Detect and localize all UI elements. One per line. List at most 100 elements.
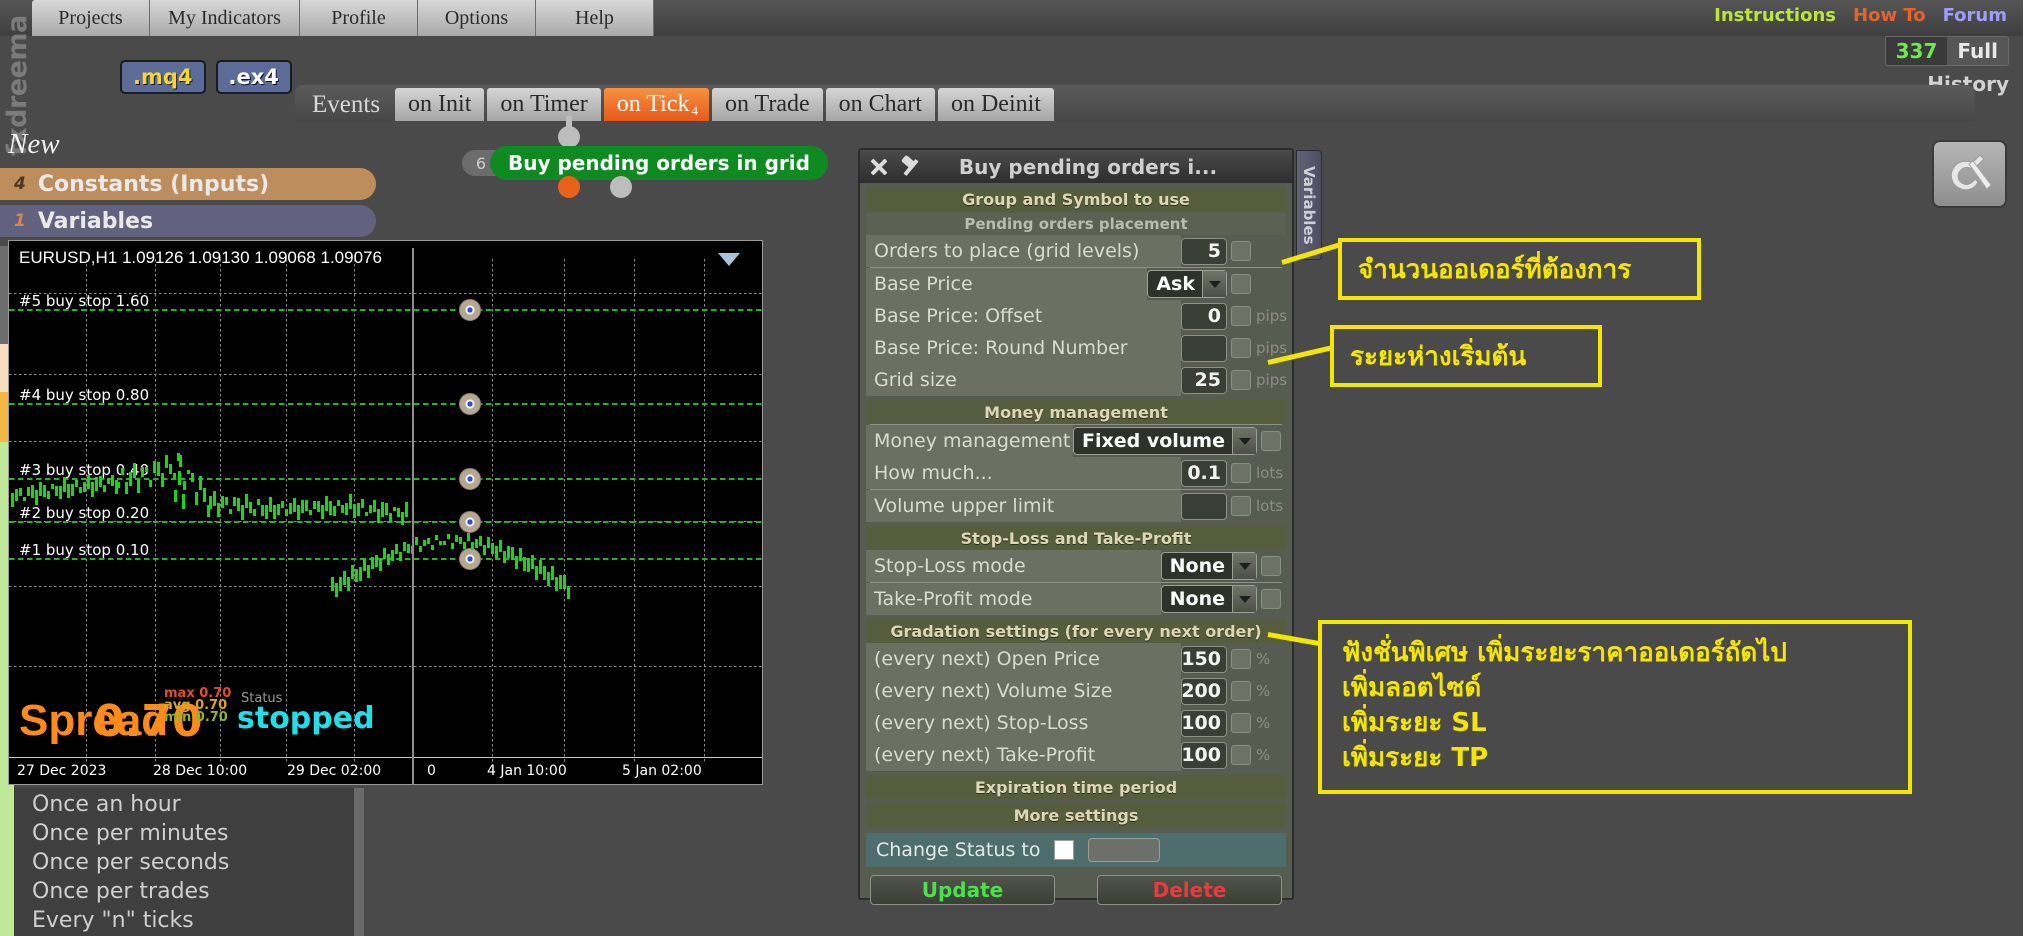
base-price-offset-checkbox[interactable]	[1231, 306, 1251, 326]
sidebar-new-label[interactable]: New	[8, 128, 60, 161]
section-money-management[interactable]: Money management	[866, 400, 1286, 424]
base-price-checkbox[interactable]	[1231, 274, 1251, 294]
list-item[interactable]: Every "n" ticks	[14, 906, 354, 935]
tab-on-init[interactable]: on Init	[395, 88, 485, 121]
next-take-profit-checkbox[interactable]	[1231, 745, 1251, 765]
dialog-titlebar[interactable]: Buy pending orders i...	[860, 150, 1292, 183]
order-marker-1[interactable]	[459, 548, 481, 570]
chart-gridline-v	[704, 259, 705, 764]
field-stop-loss-mode: Stop-Loss mode None	[866, 550, 1286, 582]
base-price-select[interactable]: Ask	[1147, 270, 1227, 298]
ex4-button[interactable]: .ex4	[215, 60, 292, 94]
next-volume-size-input[interactable]: 200	[1181, 677, 1227, 705]
link-how-to[interactable]: How To	[1853, 5, 1926, 26]
order-marker-4[interactable]	[459, 393, 481, 415]
orders-to-place-input[interactable]: 5	[1181, 237, 1227, 265]
menu-item-help[interactable]: Help	[536, 0, 654, 36]
events-tabstrip: Events on Init on Timer on Tick 4 on Trad…	[300, 88, 1054, 121]
chevron-down-icon[interactable]	[1232, 428, 1256, 454]
chevron-down-icon[interactable]	[1232, 586, 1256, 612]
chevron-down-icon[interactable]	[1232, 553, 1256, 579]
order-marker-5[interactable]	[459, 299, 481, 321]
sidebar-item-label: Constants (Inputs)	[37, 171, 270, 197]
order-marker-3[interactable]	[459, 468, 481, 490]
list-item[interactable]: Once an hour	[14, 790, 354, 819]
grid-size-checkbox[interactable]	[1231, 370, 1251, 390]
menu-item-profile[interactable]: Profile	[300, 0, 418, 36]
tab-label: on Trade	[724, 91, 810, 117]
volume-upper-limit-input[interactable]	[1181, 492, 1227, 520]
next-take-profit-input[interactable]: 100	[1181, 741, 1227, 769]
list-item[interactable]: Once per minutes	[14, 819, 354, 848]
how-much-input[interactable]: 0.1	[1181, 459, 1227, 487]
annotation-gradation-notes: ฟังชั่นพิเศษ เพิ่มระยะราคาออเดอร์ถัดไป เ…	[1318, 620, 1912, 794]
tab-on-chart[interactable]: on Chart	[825, 88, 935, 121]
tab-on-trade[interactable]: on Trade	[711, 88, 823, 121]
node-connector-bottom-gray[interactable]	[610, 176, 632, 198]
base-price-offset-input[interactable]: 0	[1181, 302, 1227, 330]
pin-icon[interactable]	[900, 156, 922, 178]
tab-on-tick[interactable]: on Tick 4	[603, 88, 709, 121]
take-profit-mode-select[interactable]: None	[1160, 585, 1257, 613]
list-scrollbar[interactable]	[354, 788, 364, 936]
field-take-profit-mode: Take-Profit mode None	[866, 583, 1286, 615]
menu-item-projects[interactable]: Projects	[32, 0, 150, 36]
grid-size-input[interactable]: 25	[1181, 366, 1227, 394]
link-instructions[interactable]: Instructions	[1714, 5, 1836, 26]
orders-to-place-checkbox[interactable]	[1231, 241, 1251, 261]
next-open-price-input[interactable]: 150	[1181, 645, 1227, 673]
field-base-price: Base Price Ask	[866, 268, 1286, 300]
stop-loss-mode-checkbox[interactable]	[1261, 556, 1281, 576]
section-group-symbol[interactable]: Group and Symbol to use	[866, 187, 1286, 211]
take-profit-mode-checkbox[interactable]	[1261, 589, 1281, 609]
list-item[interactable]: Once per trades	[14, 877, 354, 906]
chevron-down-icon[interactable]	[1202, 271, 1226, 297]
money-management-select[interactable]: Fixed volume	[1072, 427, 1257, 455]
tab-on-timer[interactable]: on Timer	[487, 88, 601, 121]
section-stoploss-takeprofit[interactable]: Stop-Loss and Take-Profit	[866, 526, 1286, 550]
variables-side-tab[interactable]: Variables	[1296, 150, 1322, 260]
sidebar-item-constants[interactable]: 4 Constants (Inputs)	[0, 168, 376, 200]
change-status-input[interactable]	[1088, 838, 1161, 862]
section-expiration-time-period[interactable]: Expiration time period	[866, 775, 1286, 799]
node-connector-top[interactable]	[558, 126, 580, 148]
order-marker-2[interactable]	[459, 511, 481, 533]
stop-loss-mode-select[interactable]: None	[1160, 552, 1257, 580]
tab-label: on Chart	[838, 91, 922, 117]
how-much-checkbox[interactable]	[1231, 463, 1251, 483]
base-price-round-input[interactable]	[1181, 334, 1227, 362]
node-label[interactable]: Buy pending orders in grid	[490, 146, 828, 180]
node-connector-bottom-orange[interactable]	[558, 176, 580, 198]
next-stop-loss-checkbox[interactable]	[1231, 713, 1251, 733]
chart-gridline-h	[9, 666, 762, 667]
chart-time-label: 5 Jan 02:00	[622, 763, 702, 779]
tab-on-deinit[interactable]: on Deinit	[937, 88, 1054, 121]
base-price-round-checkbox[interactable]	[1231, 338, 1251, 358]
dialog-action-buttons: Update Delete	[870, 875, 1282, 905]
close-icon[interactable]	[868, 156, 890, 178]
menu-item-my-indicators[interactable]: My Indicators	[150, 0, 300, 36]
chart-gridline-h	[9, 586, 762, 587]
mq4-button[interactable]: .mq4	[120, 60, 206, 94]
select-value: Ask	[1156, 273, 1195, 295]
price-chart[interactable]: EURUSD,H1 1.09126 1.09130 1.09068 1.0907…	[8, 240, 763, 785]
update-button[interactable]: Update	[870, 875, 1055, 905]
next-volume-size-checkbox[interactable]	[1231, 681, 1251, 701]
next-open-price-checkbox[interactable]	[1231, 649, 1251, 669]
settings-wrench-button[interactable]	[1932, 140, 2007, 208]
section-gradation-settings[interactable]: Gradation settings (for every next order…	[866, 619, 1286, 643]
volume-upper-limit-checkbox[interactable]	[1231, 496, 1251, 516]
delete-button[interactable]: Delete	[1097, 875, 1282, 905]
menu-item-options[interactable]: Options	[418, 0, 536, 36]
field-label: Base Price	[866, 268, 1148, 300]
list-item[interactable]: Once per seconds	[14, 848, 354, 877]
history-mode[interactable]: Full	[1947, 37, 2008, 65]
sidebar-item-variables[interactable]: 1 Variables	[0, 205, 376, 237]
section-more-settings[interactable]: More settings	[866, 803, 1286, 827]
change-status-checkbox[interactable]	[1054, 840, 1075, 860]
link-forum[interactable]: Forum	[1943, 5, 2007, 26]
history-toggle[interactable]: 337 Full	[1884, 36, 2009, 66]
money-management-checkbox[interactable]	[1261, 431, 1281, 451]
next-stop-loss-input[interactable]: 100	[1181, 709, 1227, 737]
chart-gridline-h	[9, 441, 762, 442]
